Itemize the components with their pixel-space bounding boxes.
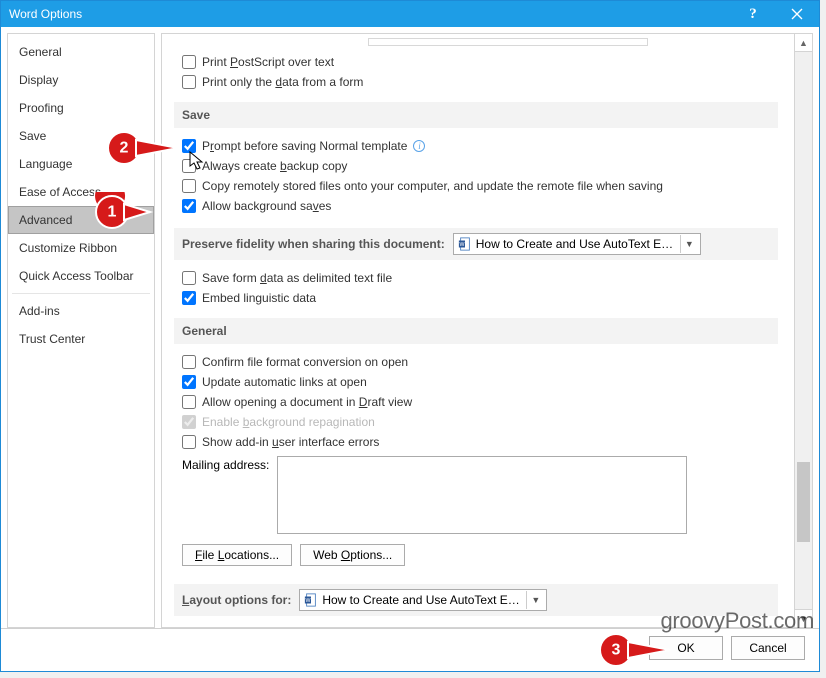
dialog-footer: OK Cancel	[1, 629, 819, 667]
sidebar-item-customize-ribbon[interactable]: Customize Ribbon	[8, 234, 154, 262]
row-confirm-conversion: Confirm file format conversion on open	[174, 352, 778, 372]
label-backup-copy: Always create backup copy	[202, 159, 347, 173]
checkbox-allow-draft[interactable]	[182, 395, 196, 409]
row-print-postscript: Print PostScript over text	[174, 52, 778, 72]
fidelity-row: Preserve fidelity when sharing this docu…	[174, 228, 778, 260]
row-allow-draft: Allow opening a document in Draft view	[174, 392, 778, 412]
cancel-button[interactable]: Cancel	[731, 636, 805, 660]
word-doc-icon: W	[458, 237, 472, 251]
layout-options-dropdown-value: How to Create and Use AutoText Entrie...	[322, 593, 522, 607]
sidebar-item-display[interactable]: Display	[8, 66, 154, 94]
row-save-form-data: Save form data as delimited text file	[174, 268, 778, 288]
row-embed-linguistic: Embed linguistic data	[174, 288, 778, 308]
checkbox-confirm-conversion[interactable]	[182, 355, 196, 369]
help-button[interactable]: ?	[731, 1, 775, 27]
word-options-dialog: Word Options ? General Display Proofing …	[0, 0, 820, 672]
sidebar-item-language[interactable]: Language	[8, 150, 154, 178]
row-bg-saves: Allow background saves	[174, 196, 778, 216]
layout-options-label: Layout options for:	[182, 593, 291, 607]
row-prompt-normal: Prompt before saving Normal template i	[174, 136, 778, 156]
chevron-down-icon: ▼	[526, 591, 544, 609]
svg-text:W: W	[459, 242, 464, 248]
sidebar: General Display Proofing Save Language E…	[7, 33, 155, 628]
checkbox-save-form-data[interactable]	[182, 271, 196, 285]
info-icon[interactable]: i	[413, 140, 425, 152]
checkbox-print-only-data[interactable]	[182, 75, 196, 89]
close-icon	[791, 8, 803, 20]
label-confirm-conversion: Confirm file format conversion on open	[202, 355, 408, 369]
general-buttons: FFile Locations...ile Locations... Web O…	[174, 538, 778, 572]
checkbox-bg-repagination	[182, 415, 196, 429]
label-print-only-data: Print only the data from a form	[202, 75, 363, 89]
checkbox-embed-linguistic[interactable]	[182, 291, 196, 305]
fidelity-label: Preserve fidelity when sharing this docu…	[182, 237, 445, 251]
layout-options-dropdown[interactable]: W How to Create and Use AutoText Entrie.…	[299, 589, 547, 611]
file-locations-button[interactable]: FFile Locations...ile Locations...	[182, 544, 292, 566]
mailing-address-row: Mailing address:	[174, 452, 778, 538]
label-bg-repagination: Enable background repagination	[202, 415, 375, 429]
sidebar-item-trust-center[interactable]: Trust Center	[8, 325, 154, 353]
label-save-form-data: Save form data as delimited text file	[202, 271, 392, 285]
checkbox-addin-errors[interactable]	[182, 435, 196, 449]
layout-options-row: Layout options for: W How to Create and …	[174, 584, 778, 616]
chevron-down-icon: ▼	[680, 235, 698, 253]
word-doc-icon: W	[304, 593, 318, 607]
section-general-heading: General	[174, 318, 778, 344]
row-bg-repagination: Enable background repagination	[174, 412, 778, 432]
sidebar-item-ease-of-access[interactable]: Ease of Access	[8, 178, 154, 206]
sidebar-item-save[interactable]: Save	[8, 122, 154, 150]
checkbox-update-links[interactable]	[182, 375, 196, 389]
scroll-down-arrow[interactable]: ▼	[795, 609, 812, 627]
sidebar-item-advanced[interactable]: Advanced	[8, 206, 154, 234]
label-allow-draft: Allow opening a document in Draft view	[202, 395, 412, 409]
checkbox-prompt-normal[interactable]	[182, 139, 196, 153]
section-save-heading: Save	[174, 102, 778, 128]
checkbox-print-postscript[interactable]	[182, 55, 196, 69]
window-title: Word Options	[9, 7, 82, 21]
sidebar-item-quick-access-toolbar[interactable]: Quick Access Toolbar	[8, 262, 154, 290]
sidebar-item-proofing[interactable]: Proofing	[8, 94, 154, 122]
clipped-control	[368, 38, 648, 46]
row-update-links: Update automatic links at open	[174, 372, 778, 392]
sidebar-item-add-ins[interactable]: Add-ins	[8, 297, 154, 325]
scroll-thumb[interactable]	[797, 462, 810, 542]
scroll-up-arrow[interactable]: ▲	[795, 34, 812, 52]
row-addin-errors: Show add-in user interface errors	[174, 432, 778, 452]
label-copy-remote: Copy remotely stored files onto your com…	[202, 179, 663, 193]
mailing-label: Mailing address:	[182, 456, 269, 472]
label-print-postscript: Print PostScript over text	[202, 55, 334, 69]
row-copy-remote: Copy remotely stored files onto your com…	[174, 176, 778, 196]
checkbox-copy-remote[interactable]	[182, 179, 196, 193]
row-print-only-data: Print only the data from a form	[174, 72, 778, 92]
fidelity-dropdown[interactable]: W How to Create and Use AutoText Entrie.…	[453, 233, 701, 255]
row-backup-copy: Always create backup copy	[174, 156, 778, 176]
label-prompt-normal: Prompt before saving Normal template	[202, 139, 407, 153]
label-update-links: Update automatic links at open	[202, 375, 367, 389]
scroll-track[interactable]	[795, 52, 812, 609]
titlebar: Word Options ?	[1, 1, 819, 27]
checkbox-backup-copy[interactable]	[182, 159, 196, 173]
label-bg-saves: Allow background saves	[202, 199, 331, 213]
fidelity-dropdown-value: How to Create and Use AutoText Entrie...	[476, 237, 676, 251]
close-button[interactable]	[775, 1, 819, 27]
sidebar-item-general[interactable]: General	[8, 38, 154, 66]
web-options-button[interactable]: Web Options...	[300, 544, 405, 566]
checkbox-bg-saves[interactable]	[182, 199, 196, 213]
svg-text:W: W	[306, 598, 311, 604]
options-panel: Print PostScript over text Print only th…	[161, 33, 795, 628]
vertical-scrollbar[interactable]: ▲ ▼	[795, 33, 813, 628]
ok-button[interactable]: OK	[649, 636, 723, 660]
label-embed-linguistic: Embed linguistic data	[202, 291, 316, 305]
label-addin-errors: Show add-in user interface errors	[202, 435, 379, 449]
mailing-textarea[interactable]	[277, 456, 687, 534]
